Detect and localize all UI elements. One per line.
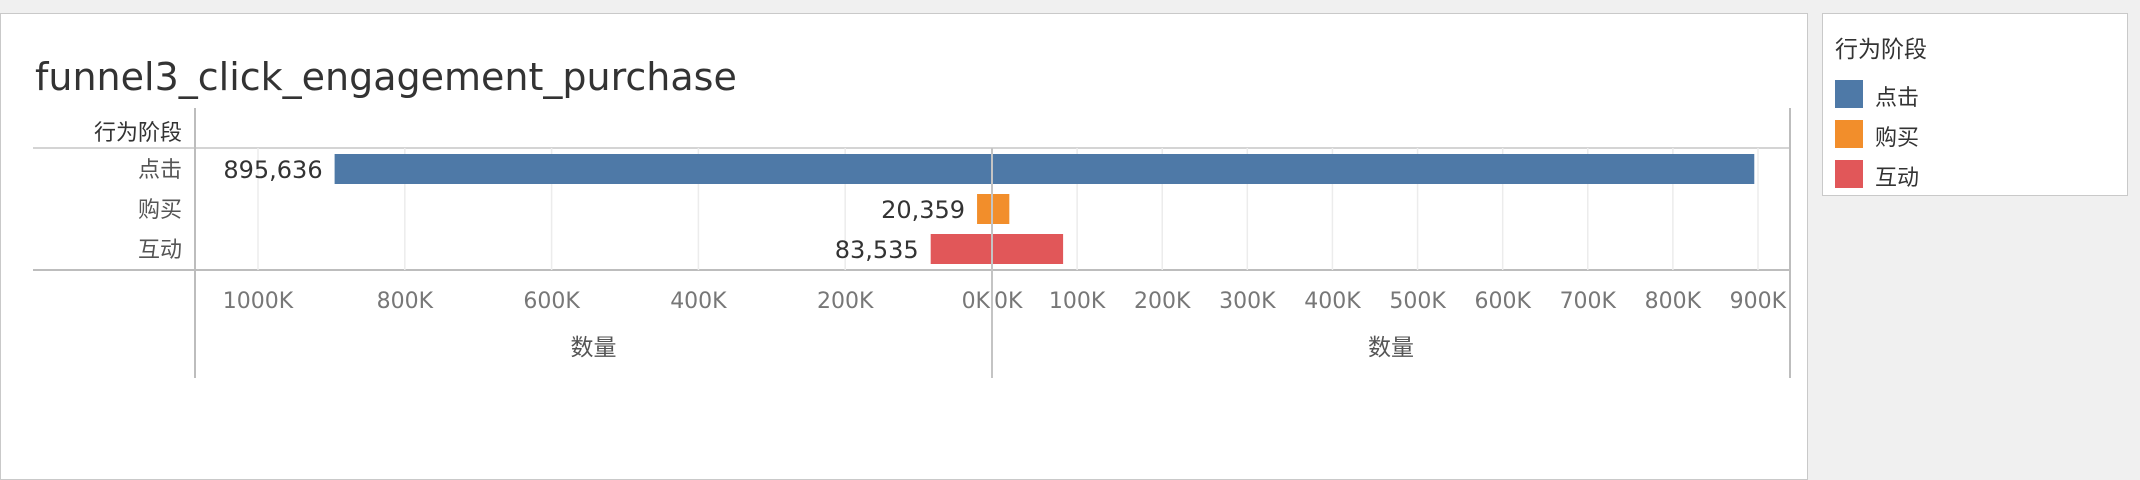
legend-label: 点击 [1875, 86, 1920, 111]
category-label: 购买 [138, 198, 182, 223]
category-label: 点击 [138, 158, 182, 183]
legend-item-engagement[interactable]: 互动 [1829, 158, 2119, 191]
right-axis-tick-label: 600K [1474, 289, 1531, 314]
legend-title: 行为阶段 [1835, 37, 1927, 63]
left-axis-tick-label: 200K [817, 289, 874, 314]
legend-item-purchase[interactable]: 购买 [1829, 118, 2119, 151]
data-label: 895,636 [223, 156, 322, 184]
legend-swatch [1835, 80, 1863, 108]
bar-right [992, 234, 1064, 264]
left-axis-tick-label: 400K [670, 289, 727, 314]
bar-left [334, 154, 993, 184]
right-axis-title: 数量 [1368, 335, 1414, 361]
left-axis-title: 数量 [571, 335, 617, 361]
data-label: 83,535 [835, 236, 919, 264]
bar-right [992, 154, 1755, 184]
legend-swatch [1835, 160, 1863, 188]
bar-right [992, 194, 1010, 224]
bar-left [977, 194, 992, 224]
right-axis-tick-label: 0K [994, 289, 1023, 314]
left-axis-tick-label: 800K [377, 289, 434, 314]
legend-item-click[interactable]: 点击 [1829, 78, 2119, 111]
right-axis-tick-label: 400K [1304, 289, 1361, 314]
right-axis-tick-label: 500K [1389, 289, 1446, 314]
legend-panel: 行为阶段 点击 购买 互动 [1822, 13, 2128, 196]
left-axis-tick-label: 600K [523, 289, 580, 314]
right-axis-tick-label: 300K [1219, 289, 1276, 314]
bar-left [930, 234, 992, 264]
right-axis-tick-label: 200K [1134, 289, 1191, 314]
right-axis-tick-label: 800K [1645, 289, 1702, 314]
legend-label: 互动 [1875, 166, 1920, 191]
right-axis-tick-label: 100K [1049, 289, 1106, 314]
data-label: 20,359 [881, 196, 965, 224]
left-axis-tick-label: 0K [962, 289, 991, 314]
category-label: 互动 [138, 238, 182, 263]
right-axis-tick-label: 900K [1730, 289, 1787, 314]
legend-label: 购买 [1875, 126, 1920, 151]
legend-swatch [1835, 120, 1863, 148]
right-axis-tick-label: 700K [1560, 289, 1617, 314]
left-axis-tick-label: 1000K [223, 289, 294, 314]
row-header-title: 行为阶段 [94, 121, 182, 146]
